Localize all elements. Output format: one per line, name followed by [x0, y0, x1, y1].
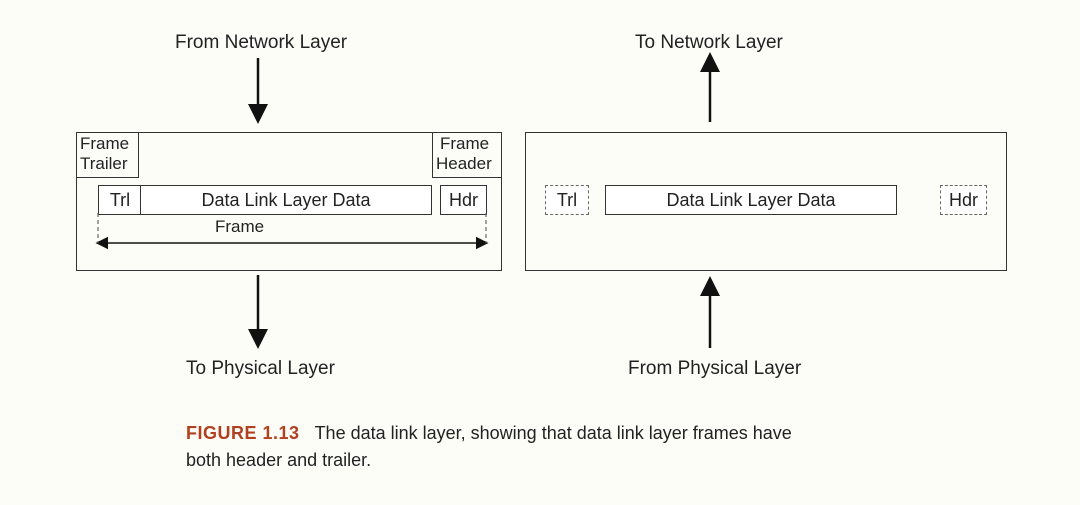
label-to-network: To Network Layer — [635, 32, 783, 54]
right-data-cell: Data Link Layer Data — [605, 185, 897, 215]
txt-frame-trailer-l1: Frame — [80, 134, 129, 154]
label-to-physical: To Physical Layer — [186, 358, 335, 380]
figure-text-l2: both header and trailer. — [186, 450, 371, 470]
label-from-physical: From Physical Layer — [628, 358, 801, 380]
right-hdr-cell: Hdr — [940, 185, 987, 215]
left-data-cell: Data Link Layer Data — [140, 185, 432, 215]
figure-text-l1: The data link layer, showing that data l… — [315, 423, 792, 443]
figure-number: FIGURE 1.13 — [186, 423, 300, 443]
label-from-network: From Network Layer — [175, 32, 347, 54]
right-trl-cell: Trl — [545, 185, 589, 215]
left-trl-cell: Trl — [98, 185, 142, 215]
txt-frame-header-l2: Header — [436, 154, 492, 174]
txt-frame-header-l1: Frame — [440, 134, 489, 154]
left-frame-label: Frame — [215, 217, 264, 237]
figure-caption: FIGURE 1.13 The data link layer, showing… — [186, 420, 906, 474]
left-hdr-cell: Hdr — [440, 185, 487, 215]
txt-frame-trailer-l2: Trailer — [80, 154, 128, 174]
